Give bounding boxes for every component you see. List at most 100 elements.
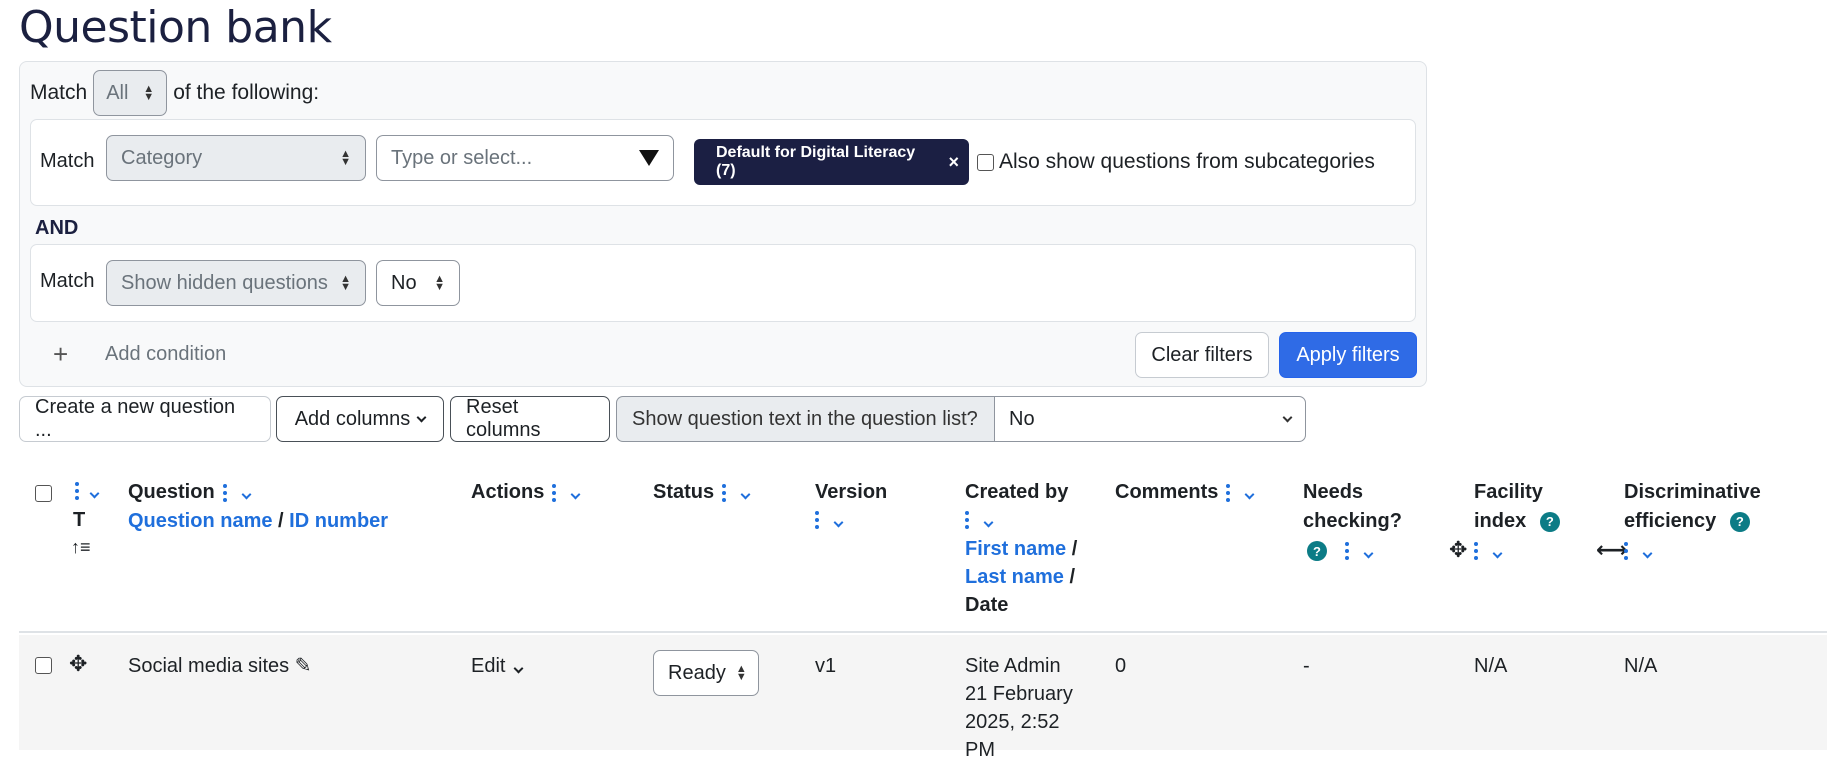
clear-filters-button[interactable]: Clear filters bbox=[1135, 332, 1269, 378]
category-autocomplete-input[interactable]: Type or select... bbox=[376, 135, 674, 181]
of-the-following-label: of the following: bbox=[173, 81, 320, 104]
kebab-icon[interactable] bbox=[1345, 542, 1349, 561]
add-columns-button[interactable]: Add columns bbox=[276, 396, 444, 442]
category-condition: Match Category ▲ ▼ Type or select... Defa… bbox=[30, 119, 1416, 206]
facility-index-header-line2: index ? bbox=[1474, 507, 1560, 535]
updown-icon: ▲ ▼ bbox=[434, 273, 445, 293]
select-all-checkbox[interactable] bbox=[35, 485, 52, 502]
discriminative-header-line1: Discriminative bbox=[1624, 481, 1761, 503]
created-by-line3: 2025, 2:52 bbox=[965, 711, 1060, 733]
add-condition-button[interactable]: Add condition bbox=[105, 343, 226, 366]
row-select-checkbox[interactable] bbox=[35, 657, 52, 674]
created-by-column-menu[interactable] bbox=[965, 508, 994, 532]
move-column-icon[interactable]: ✥ bbox=[1449, 536, 1467, 564]
version-column-header: Version bbox=[815, 481, 888, 503]
version-cell: v1 bbox=[815, 655, 837, 677]
comments-column-header: Comments bbox=[1115, 478, 1255, 506]
kebab-icon[interactable] bbox=[1226, 483, 1231, 502]
condition-match-label: Match bbox=[40, 150, 95, 172]
first-name-sort: First name / bbox=[965, 538, 1078, 560]
create-question-button[interactable]: Create a new question ... bbox=[19, 396, 271, 442]
help-icon[interactable]: ? bbox=[1729, 511, 1750, 532]
filter-panel: Match All ▲ ▼ of the following: Match Cat… bbox=[19, 61, 1427, 387]
edit-menu-button[interactable]: Edit bbox=[471, 652, 524, 680]
subcategory-option: Also show questions from subcategories bbox=[977, 150, 1375, 174]
kebab-icon bbox=[815, 511, 819, 530]
created-by-column-header: Created by bbox=[965, 481, 1069, 503]
kebab-icon[interactable] bbox=[722, 483, 727, 502]
kebab-icon bbox=[1624, 542, 1628, 561]
chevron-down-icon bbox=[833, 517, 844, 528]
hidden-questions-condition: Match Show hidden questions ▲ ▼ No ▲ ▼ bbox=[30, 244, 1416, 322]
table-header: T ↑≡ Question Question name / ID number … bbox=[19, 463, 1827, 633]
facility-index-header-line1: Facility bbox=[1474, 481, 1543, 503]
reset-columns-button[interactable]: Reset columns bbox=[450, 396, 610, 442]
sort-ascending-icon[interactable]: ↑≡ bbox=[71, 533, 91, 561]
question-name-cell: Social media sites ✎ bbox=[128, 655, 312, 677]
created-by-line2: 21 February bbox=[965, 683, 1073, 705]
actions-column-header: Actions bbox=[471, 478, 581, 506]
condition-match-label: Match bbox=[40, 270, 95, 292]
discriminative-cell: N/A bbox=[1624, 655, 1658, 677]
last-name-sort: Last name / bbox=[965, 566, 1076, 588]
show-question-text-select[interactable]: No bbox=[994, 396, 1306, 442]
updown-icon: ▲ ▼ bbox=[340, 273, 351, 293]
created-by-line4: PM bbox=[965, 739, 995, 761]
drag-handle-icon[interactable]: ✥ bbox=[69, 650, 87, 678]
needs-checking-header-line1: Needs bbox=[1303, 481, 1364, 503]
kebab-icon[interactable] bbox=[552, 483, 557, 502]
pencil-icon[interactable]: ✎ bbox=[295, 655, 312, 677]
id-number-sort-link[interactable]: ID number bbox=[289, 510, 388, 532]
question-column-header: Question bbox=[128, 478, 252, 506]
chevron-down-icon[interactable] bbox=[570, 489, 581, 500]
type-column-menu[interactable] bbox=[71, 479, 100, 503]
status-select[interactable]: Ready ▲ ▼ bbox=[653, 650, 759, 696]
kebab-icon bbox=[75, 482, 79, 501]
updown-icon: ▲ ▼ bbox=[143, 83, 155, 103]
subcategory-checkbox[interactable] bbox=[977, 153, 994, 171]
help-icon[interactable]: ? bbox=[1539, 511, 1560, 532]
version-column-menu[interactable] bbox=[815, 508, 844, 532]
facility-column-menu[interactable] bbox=[1474, 539, 1503, 563]
category-field-select[interactable]: Category ▲ ▼ bbox=[106, 135, 366, 181]
comments-count-link[interactable]: 0 bbox=[1115, 652, 1126, 680]
chevron-down-icon[interactable] bbox=[241, 489, 252, 500]
hidden-value-select[interactable]: No ▲ ▼ bbox=[376, 260, 460, 306]
chevron-down-icon bbox=[983, 517, 994, 528]
chevron-down-icon bbox=[1642, 548, 1653, 559]
chevron-down-icon bbox=[514, 663, 524, 674]
discriminative-column-menu[interactable] bbox=[1624, 539, 1653, 563]
category-chip[interactable]: Default for Digital Literacy (7) × bbox=[694, 139, 969, 185]
apply-filters-button[interactable]: Apply filters bbox=[1279, 332, 1417, 378]
table-row: ✥ Social media sites ✎ Edit Ready ▲ ▼ v1 S… bbox=[19, 635, 1827, 761]
kebab-icon[interactable] bbox=[222, 483, 227, 502]
hidden-field-select[interactable]: Show hidden questions ▲ ▼ bbox=[106, 260, 366, 306]
chevron-down-icon[interactable] bbox=[1244, 489, 1255, 500]
date-sort-link[interactable]: Date bbox=[965, 591, 1008, 619]
help-icon[interactable]: ? bbox=[1307, 541, 1327, 562]
discriminative-header-line2: efficiency ? bbox=[1624, 507, 1750, 535]
type-sort-link[interactable]: T bbox=[73, 506, 85, 534]
status-column-header: Status bbox=[653, 478, 751, 506]
resize-column-icon[interactable]: ⟷ bbox=[1596, 536, 1628, 564]
dropdown-triangle-icon[interactable] bbox=[639, 150, 659, 166]
facility-index-cell: N/A bbox=[1474, 655, 1508, 677]
page-title: Question bank bbox=[19, 2, 332, 53]
kebab-icon bbox=[1474, 542, 1478, 561]
plus-icon[interactable]: + bbox=[53, 339, 68, 370]
chevron-down-icon bbox=[89, 488, 100, 499]
match-all-select[interactable]: All ▲ ▼ bbox=[93, 70, 168, 116]
question-name-sort-link[interactable]: Question name bbox=[128, 510, 272, 532]
updown-icon: ▲ ▼ bbox=[735, 663, 747, 683]
chevron-down-icon bbox=[1282, 412, 1293, 422]
first-name-sort-link[interactable]: First name bbox=[965, 538, 1066, 560]
needs-checking-cell: - bbox=[1303, 655, 1310, 677]
last-name-sort-link[interactable]: Last name bbox=[965, 566, 1064, 588]
chevron-down-icon[interactable] bbox=[1363, 548, 1374, 559]
match-label: Match bbox=[30, 81, 88, 104]
created-by-line1: Site Admin bbox=[965, 655, 1061, 677]
chevron-down-icon[interactable] bbox=[740, 489, 751, 500]
chip-close-icon[interactable]: × bbox=[948, 152, 959, 173]
chevron-down-icon bbox=[1492, 548, 1503, 559]
subcategory-label: Also show questions from subcategories bbox=[999, 150, 1375, 173]
